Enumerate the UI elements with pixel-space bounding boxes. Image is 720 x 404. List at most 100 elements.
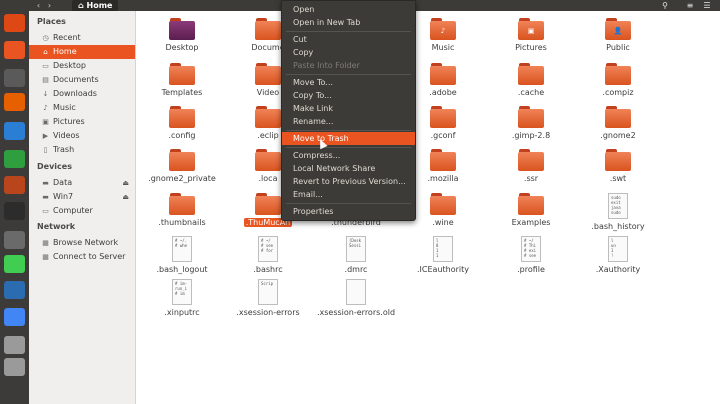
menu-item-email[interactable]: Email... bbox=[282, 188, 415, 201]
file-name: .compiz bbox=[602, 88, 634, 97]
folder-item[interactable]: .ssr bbox=[486, 149, 576, 183]
hamburger-icon[interactable]: ☰ bbox=[701, 0, 713, 11]
menu-item-rename[interactable]: Rename... bbox=[282, 115, 415, 128]
sidebar-item-music[interactable]: ♪ Music bbox=[29, 101, 135, 115]
folder-item[interactable]: .gimp-2.8 bbox=[486, 106, 576, 140]
eject-icon[interactable]: ⏏ bbox=[122, 176, 129, 190]
eject-icon[interactable]: ⏏ bbox=[122, 190, 129, 204]
folder-item[interactable]: Templates bbox=[137, 63, 227, 97]
chrome-icon[interactable] bbox=[4, 308, 25, 326]
file-item[interactable]: # ~/. # whe .bash_logout bbox=[137, 236, 227, 274]
folder-item[interactable]: .config bbox=[137, 106, 227, 140]
folder-item[interactable]: .cache bbox=[486, 63, 576, 97]
menu-item-revert-to-previous-version[interactable]: Revert to Previous Version... bbox=[282, 175, 415, 188]
menu-item-open-in-new-tab[interactable]: Open in New Tab bbox=[282, 16, 415, 29]
text-file-icon: # ~/. # whe bbox=[172, 236, 192, 262]
file-name: .gnome2 bbox=[600, 131, 636, 140]
sidebar-item-label: Music bbox=[53, 103, 76, 112]
menu-item-copy[interactable]: Copy bbox=[282, 46, 415, 59]
terminal-icon[interactable] bbox=[4, 202, 25, 220]
menu-separator bbox=[286, 31, 411, 32]
sidebar-item-desktop[interactable]: ▭ Desktop bbox=[29, 59, 135, 73]
folder-item[interactable]: .gnome2_private bbox=[137, 149, 227, 183]
file-name: .gnome2_private bbox=[148, 174, 216, 183]
search-icon[interactable]: ⚲ bbox=[656, 0, 674, 11]
calc-icon[interactable] bbox=[4, 150, 25, 168]
file-item[interactable]: # ~/ # Thi # exi # see .profile bbox=[486, 236, 576, 274]
folder-icon bbox=[430, 149, 456, 171]
menu-item-cut[interactable]: Cut bbox=[282, 33, 415, 46]
drive-icon[interactable] bbox=[4, 336, 25, 354]
folder-item[interactable]: ▣ Pictures bbox=[486, 18, 576, 52]
menu-item-make-link[interactable]: Make Link bbox=[282, 102, 415, 115]
menu-item-open[interactable]: Open bbox=[282, 3, 415, 16]
folder-icon bbox=[430, 193, 456, 215]
folder-item[interactable]: Examples bbox=[486, 193, 576, 227]
path-bar-home-button[interactable]: ⌂ Home bbox=[72, 0, 119, 11]
pictures-icon: ▣ bbox=[42, 118, 49, 126]
home-icon: ⌂ bbox=[43, 48, 48, 56]
folder-item[interactable]: 👤 Public bbox=[573, 18, 663, 52]
sidebar-item-data[interactable]: ▬ Data ⏏ bbox=[29, 176, 135, 190]
places-heading: Places bbox=[37, 17, 66, 26]
folder-icon bbox=[518, 193, 544, 215]
sidebar-item-connect-to-server[interactable]: ▦ Connect to Server bbox=[29, 250, 135, 264]
text-file-icon: l un 1 ! bbox=[608, 236, 628, 262]
sidebar-item-videos[interactable]: ▶ Videos bbox=[29, 129, 135, 143]
menu-item-move-to-trash[interactable]: Move to Trash bbox=[282, 132, 415, 145]
drive-icon[interactable] bbox=[4, 358, 25, 376]
sidebar-item-recent[interactable]: ◷ Recent bbox=[29, 31, 135, 45]
list-view-icon[interactable]: ≡ bbox=[684, 0, 696, 11]
folder-icon bbox=[518, 63, 544, 85]
firefox-icon[interactable] bbox=[4, 93, 25, 111]
files-icon[interactable] bbox=[4, 69, 25, 87]
sidebar-item-browse-network[interactable]: ▦ Browse Network bbox=[29, 236, 135, 250]
folder-icon bbox=[518, 106, 544, 128]
file-item[interactable]: Scrip .xsession-errors bbox=[223, 279, 313, 317]
software-center-icon[interactable] bbox=[4, 41, 25, 59]
file-item[interactable]: .xsession-errors.old bbox=[311, 279, 401, 317]
impress-icon[interactable] bbox=[4, 176, 25, 194]
folder-item[interactable]: .thumbnails bbox=[137, 193, 227, 227]
file-name: .ICEauthority bbox=[417, 265, 469, 274]
sidebar-item-label: Downloads bbox=[53, 89, 97, 98]
sidebar-item-win7[interactable]: ▬ Win7 ⏏ bbox=[29, 190, 135, 204]
file-item[interactable]: # ~/ # see # for .bashrc bbox=[223, 236, 313, 274]
server-icon: ▦ bbox=[42, 253, 49, 261]
sidebar-item-downloads[interactable]: ↓ Downloads bbox=[29, 87, 135, 101]
sidebar-item-trash[interactable]: ▯ Trash bbox=[29, 143, 135, 157]
menu-item-properties[interactable]: Properties bbox=[282, 205, 415, 218]
folder-item[interactable]: .compiz bbox=[573, 63, 663, 97]
sidebar-item-pictures[interactable]: ▣ Pictures bbox=[29, 115, 135, 129]
folder-item[interactable]: .swt bbox=[573, 149, 663, 183]
menu-separator bbox=[286, 74, 411, 75]
virtualbox-icon[interactable] bbox=[4, 281, 25, 299]
file-item[interactable]: l 8 1 1 .ICEauthority bbox=[398, 236, 488, 274]
menu-item-compress[interactable]: Compress... bbox=[282, 149, 415, 162]
drive-icon: ▬ bbox=[42, 193, 49, 201]
ubuntu-logo-icon[interactable] bbox=[4, 14, 25, 32]
settings-icon[interactable] bbox=[4, 231, 25, 249]
file-name: .ssr bbox=[523, 174, 539, 183]
sidebar-item-documents[interactable]: ▤ Documents bbox=[29, 73, 135, 87]
folder-item[interactable]: Desktop bbox=[137, 18, 227, 52]
path-label: Home bbox=[86, 1, 113, 10]
sidebar-item-home[interactable]: ⌂ Home bbox=[29, 45, 135, 59]
menu-item-copy-to[interactable]: Copy To... bbox=[282, 89, 415, 102]
chevron-left-icon[interactable]: ‹ bbox=[33, 0, 44, 11]
file-item[interactable]: l un 1 ! .Xauthority bbox=[573, 236, 663, 274]
chevron-right-icon[interactable]: › bbox=[44, 0, 55, 11]
sidebar-item-label: Data bbox=[53, 178, 73, 187]
menu-item-move-to[interactable]: Move To... bbox=[282, 76, 415, 89]
writer-icon[interactable] bbox=[4, 122, 25, 140]
file-item[interactable]: # im- run_i # im .xinputrc bbox=[137, 279, 227, 317]
menu-item-local-network-share[interactable]: Local Network Share bbox=[282, 162, 415, 175]
folder-item[interactable]: .gnome2 bbox=[573, 106, 663, 140]
file-item[interactable]: sudo exit java sudo .bash_history bbox=[573, 193, 663, 231]
text-file-icon: sudo exit java sudo bbox=[608, 193, 628, 219]
sidebar: Places ◷ Recent ⌂ Home ▭ Desktop ▤ Documents ↓ Do… bbox=[29, 11, 136, 404]
file-name: Templates bbox=[161, 88, 203, 97]
sidebar-item-computer[interactable]: ▭ Computer bbox=[29, 204, 135, 218]
file-item[interactable]: [Desk Sessi .dmrc bbox=[311, 236, 401, 274]
qt-icon[interactable] bbox=[4, 255, 25, 273]
